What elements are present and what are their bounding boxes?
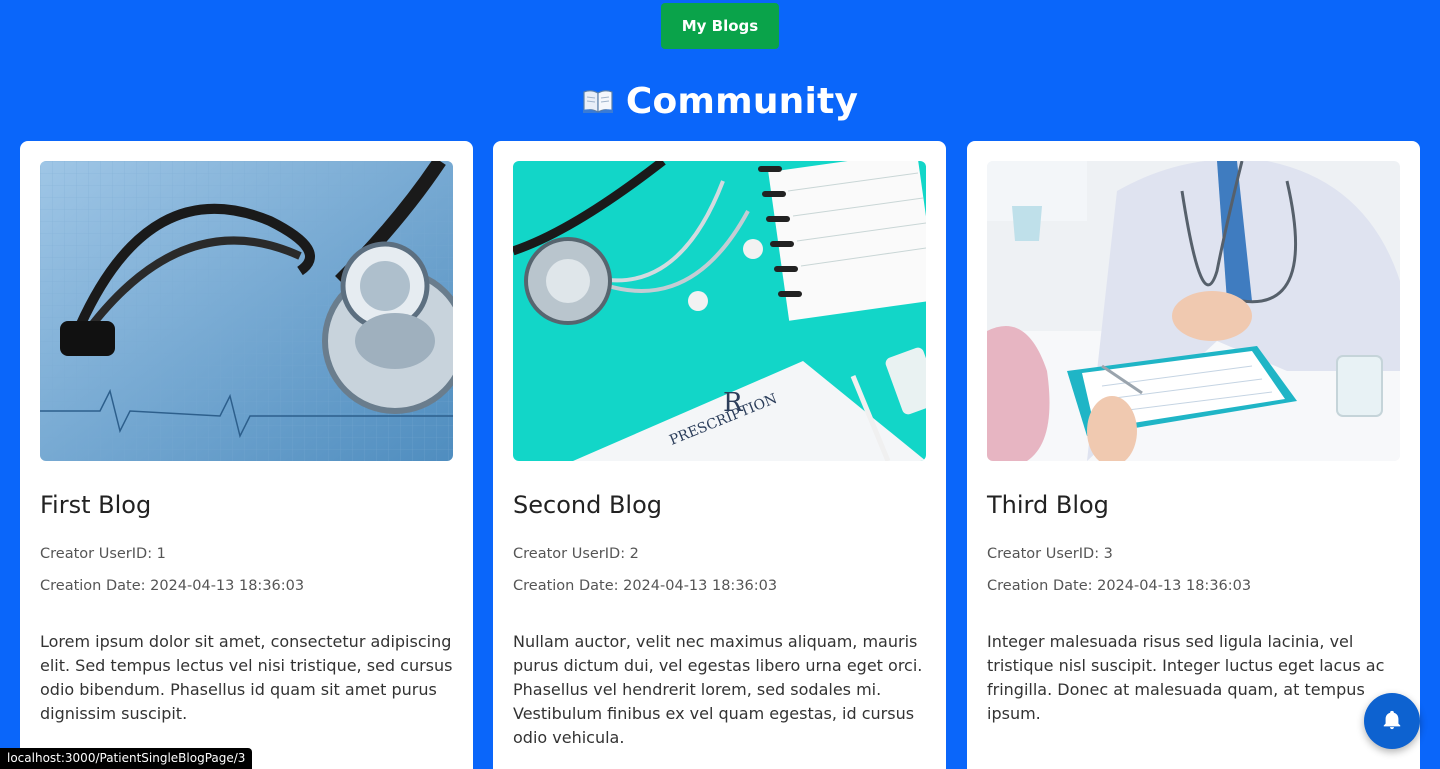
creator-id: Creator UserID: 3 [987,546,1113,562]
creation-date: Creation Date: 2024-04-13 18:36:03 [987,578,1252,594]
my-blogs-button[interactable]: My Blogs [661,3,779,49]
blog-card-3[interactable]: Third Blog Creator UserID: 3 Creation Da… [967,141,1420,769]
open-book-icon [582,88,614,114]
creator-id: Creator UserID: 1 [40,546,166,562]
blog-title[interactable]: Third Blog [987,491,1109,519]
blog-title[interactable]: First Blog [40,491,151,519]
page-header: Community [0,78,1440,124]
link-status-bar: localhost:3000/PatientSingleBlogPage/3 [0,748,253,769]
creation-date: Creation Date: 2024-04-13 18:36:03 [513,578,778,594]
doctor-consultation-photo [987,161,1400,461]
notification-button[interactable] [1364,693,1420,749]
blog-description: Nullam auctor, velit nec maximus aliquam… [513,632,923,747]
blog-card-1[interactable]: First Blog Creator UserID: 1 Creation Da… [20,141,473,769]
community-page: My Blogs Community First Blog Creator Us… [0,0,1440,769]
blog-card-2[interactable]: PRESCRIPTION R Second Blog Creator UserI… [493,141,946,769]
page-title: Community [625,80,859,122]
bell-icon [1381,709,1403,734]
blog-title[interactable]: Second Blog [513,491,662,519]
stethoscope-notebook-prescription-photo: PRESCRIPTION R [513,161,926,461]
svg-text:R: R [723,388,744,418]
creation-date: Creation Date: 2024-04-13 18:36:03 [40,578,305,594]
creator-id: Creator UserID: 2 [513,546,639,562]
blog-description: Lorem ipsum dolor sit amet, consectetur … [40,632,453,723]
stethoscope-on-ecg-photo [40,161,453,461]
blog-description: Integer malesuada risus sed ligula lacin… [987,632,1385,723]
